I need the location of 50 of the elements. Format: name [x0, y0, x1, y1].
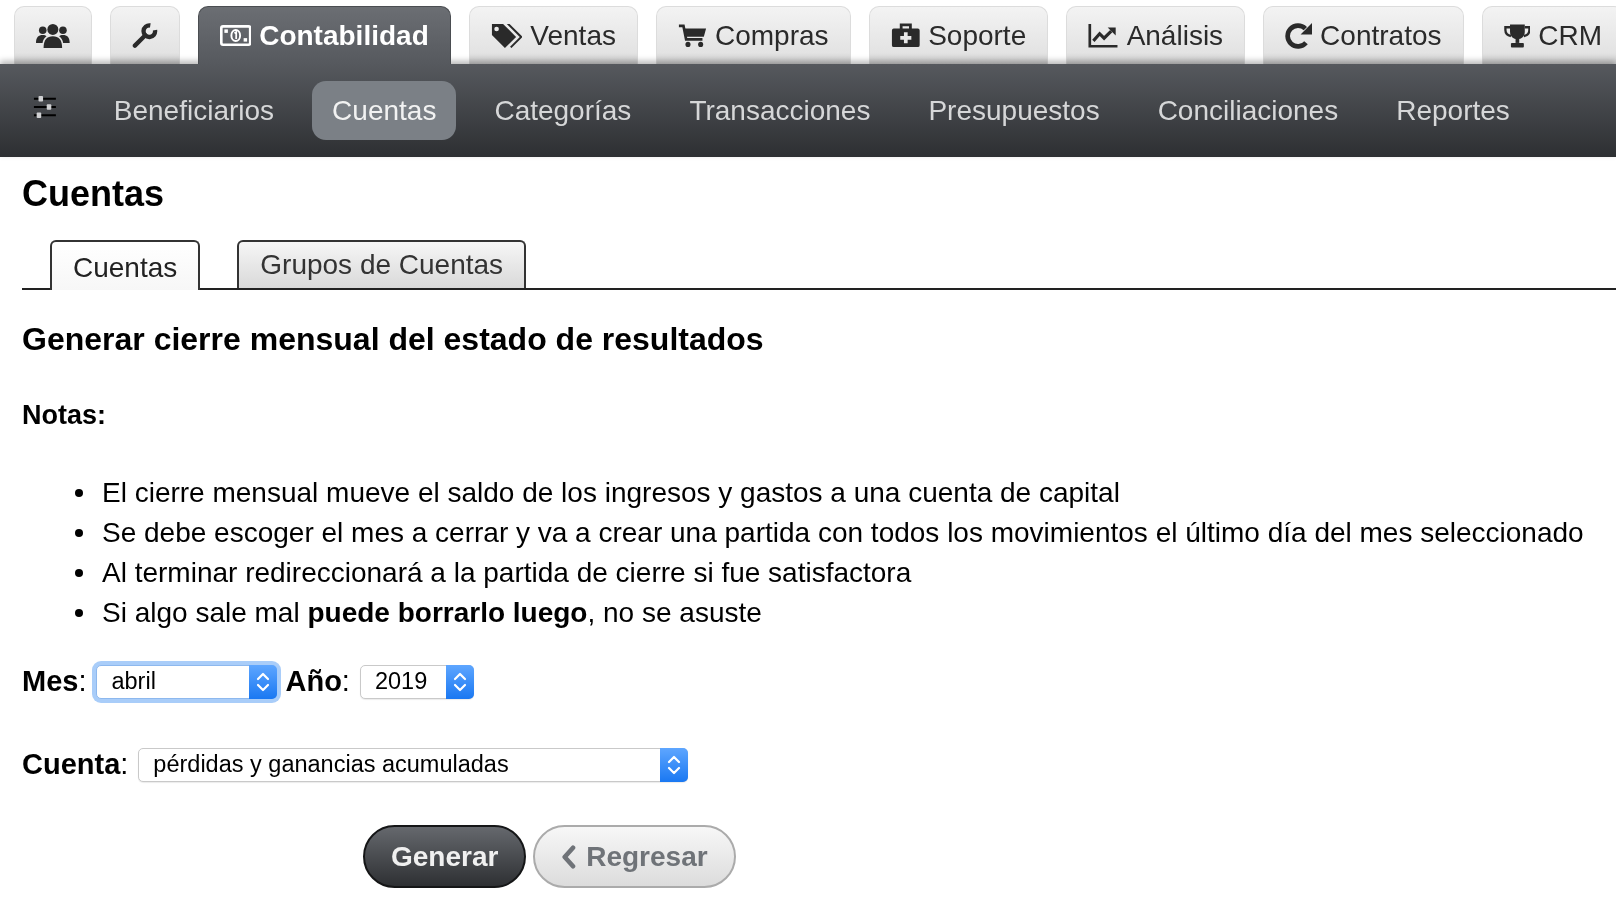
dropdown[interactable]: pérdidas y ganancias acumuladas: [138, 748, 689, 782]
note-item: El cierre mensual mueve el saldo de los ingresos y gastos a una cuenta de capital: [102, 476, 1120, 510]
module-tab[interactable]: Ventas: [468, 6, 638, 64]
menu-link[interactable]: Beneficiarios: [93, 81, 295, 140]
menu-link[interactable]: Transacciones: [669, 81, 891, 140]
tab[interactable]: Cuentas: [50, 240, 201, 290]
menu-link[interactable]: Categorías: [474, 81, 652, 140]
notes-title: Notas:: [22, 399, 107, 432]
updown-chevrons-icon: [249, 665, 278, 699]
updown-chevrons-icon: [660, 748, 689, 782]
section-title: Generar cierre mensual del estado de resultados: [22, 320, 765, 359]
module-tab[interactable]: Contratos: [1263, 6, 1464, 64]
chevron-left-icon: [561, 844, 577, 869]
note-item: Al terminar redireccionará a la partida de cierre si fue satisfactora: [102, 556, 912, 590]
note-item: Se debe escoger el mes a cerrar y va a crear una partida con todos los movimientos el último día del mes seleccionado: [102, 516, 1584, 550]
users-icon: [36, 23, 70, 48]
field-label: Mes:: [22, 664, 87, 700]
module-tab[interactable]: CRM: [1481, 6, 1616, 64]
module-tab[interactable]: [14, 6, 92, 64]
trophy-icon: [1503, 23, 1531, 48]
menu-link[interactable]: Cuentas: [312, 81, 457, 140]
field-label: Año:: [285, 664, 350, 700]
field-label: Cuenta:: [22, 747, 129, 783]
module-tab[interactable]: Soporte: [868, 6, 1049, 64]
updown-chevrons-icon: [445, 665, 474, 699]
bullet-icon: [75, 529, 83, 537]
bullet-icon: [75, 569, 83, 577]
medical-kit-icon: [890, 23, 921, 48]
bullet-icon: [75, 489, 83, 497]
cart-icon: [677, 23, 707, 48]
circular-arrow-icon: [1285, 22, 1313, 49]
menu-link[interactable]: Reportes: [1376, 81, 1530, 140]
sliders-icon[interactable]: [33, 95, 57, 118]
banknote-icon: [219, 25, 252, 46]
tab[interactable]: Grupos de Cuentas: [237, 240, 527, 288]
module-tab[interactable]: Análisis: [1066, 6, 1246, 64]
bullet-icon: [75, 609, 83, 617]
generate-button[interactable]: Generar: [363, 825, 527, 888]
menu-link[interactable]: Presupuestos: [908, 81, 1120, 140]
note-item: Si algo sale mal puede borrarlo luego, no se asuste: [102, 596, 762, 630]
page-title: Cuentas: [22, 172, 166, 215]
module-tab[interactable]: Compras: [655, 6, 851, 64]
module-tab[interactable]: [109, 6, 180, 64]
line-chart-icon: [1088, 23, 1119, 48]
dropdown[interactable]: 2019: [359, 665, 474, 699]
wrench-icon: [131, 22, 158, 49]
menu-link[interactable]: Conciliaciones: [1137, 81, 1359, 140]
module-tab[interactable]: Contabilidad: [197, 6, 451, 64]
tags-icon: [490, 22, 523, 49]
back-button[interactable]: Regresar: [533, 825, 736, 888]
